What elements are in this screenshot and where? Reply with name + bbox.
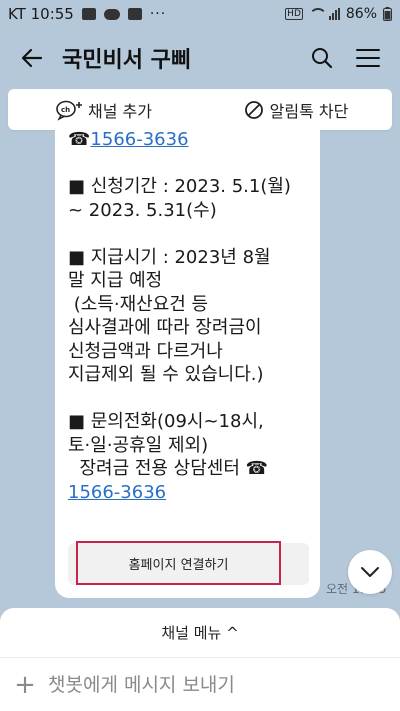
channel-menu-label: 채널 메뉴 ^	[161, 624, 239, 642]
phone-icon: ☎	[68, 129, 91, 150]
channel-action-bar: ch 채널 추가 알림톡 차단	[8, 89, 392, 130]
block-alimtalk-button[interactable]: 알림톡 차단	[200, 89, 392, 130]
battery-level: 86%	[345, 6, 377, 22]
channel-menu-button[interactable]: 채널 메뉴 ^	[0, 608, 400, 658]
payment-line-4: 심사결과에 따라 장려금이	[68, 317, 262, 338]
hd-icon: HD	[285, 8, 303, 20]
block-icon	[244, 100, 263, 119]
more-notifications-icon: ···	[149, 6, 167, 22]
payment-line-3: (소득·재산요건 등	[68, 293, 209, 315]
plus-icon[interactable]: +	[10, 670, 40, 700]
chat-plus-icon: ch	[56, 100, 83, 121]
menu-button[interactable]	[350, 40, 386, 76]
apply-period-line-1: ■ 신청기간 : 2023. 5.1(월)	[68, 176, 291, 197]
message-input-bar: +	[0, 658, 400, 711]
homepage-link-button[interactable]: 홈페이지 연결하기	[76, 541, 281, 585]
signal-icon	[328, 8, 340, 20]
scroll-down-button[interactable]	[348, 550, 392, 594]
payment-line-5: 신청금액과 다르거나	[68, 340, 223, 362]
arrow-left-icon	[21, 48, 43, 68]
chevron-down-icon	[361, 567, 379, 577]
message-text: ☎1566-3636 ■ 신청기간 : 2023. 5.1(월) ~ 2023.…	[68, 128, 318, 504]
battery-icon	[383, 7, 392, 21]
contact-line-2: 토·일·공휴일 제외)	[68, 434, 209, 456]
contact-line-1: ■ 문의전화(09시~18시,	[68, 411, 264, 432]
search-button[interactable]	[304, 40, 340, 76]
hamburger-menu-icon	[356, 49, 380, 67]
svg-text:ch: ch	[61, 106, 70, 114]
apply-period-line-2: ~ 2023. 5.31(수)	[68, 199, 217, 221]
payment-line-1: ■ 지급시기 : 2023년 8월	[68, 246, 271, 268]
chat-title: 국민비서 구삐	[62, 48, 192, 73]
message-input[interactable]	[48, 673, 388, 696]
talk-notification-icon	[103, 8, 120, 20]
phone-link-top[interactable]: 1566-3636	[90, 129, 188, 150]
add-channel-button[interactable]: ch 채널 추가	[8, 89, 200, 130]
payment-line-2: 말 지급 예정	[68, 270, 163, 291]
search-icon	[312, 48, 333, 69]
contact-line-3: 장려금 전용 상담센터 ☎	[68, 458, 269, 479]
back-button[interactable]	[12, 38, 52, 78]
chat-header: 국민비서 구삐	[0, 28, 400, 88]
carrier-time: KT 10:55	[8, 5, 74, 23]
wifi-icon	[308, 8, 327, 20]
block-alimtalk-label: 알림톡 차단	[269, 101, 349, 121]
add-channel-label: 채널 추가	[88, 101, 152, 121]
message-notification-icon	[127, 8, 142, 20]
gallery-notification-icon	[81, 8, 96, 20]
payment-line-6: 지급제외 될 수 있습니다.)	[68, 364, 264, 385]
phone-link-bottom[interactable]: 1566-3636	[68, 482, 166, 503]
status-bar: KT 10:55 ··· HD 86%	[0, 0, 400, 28]
